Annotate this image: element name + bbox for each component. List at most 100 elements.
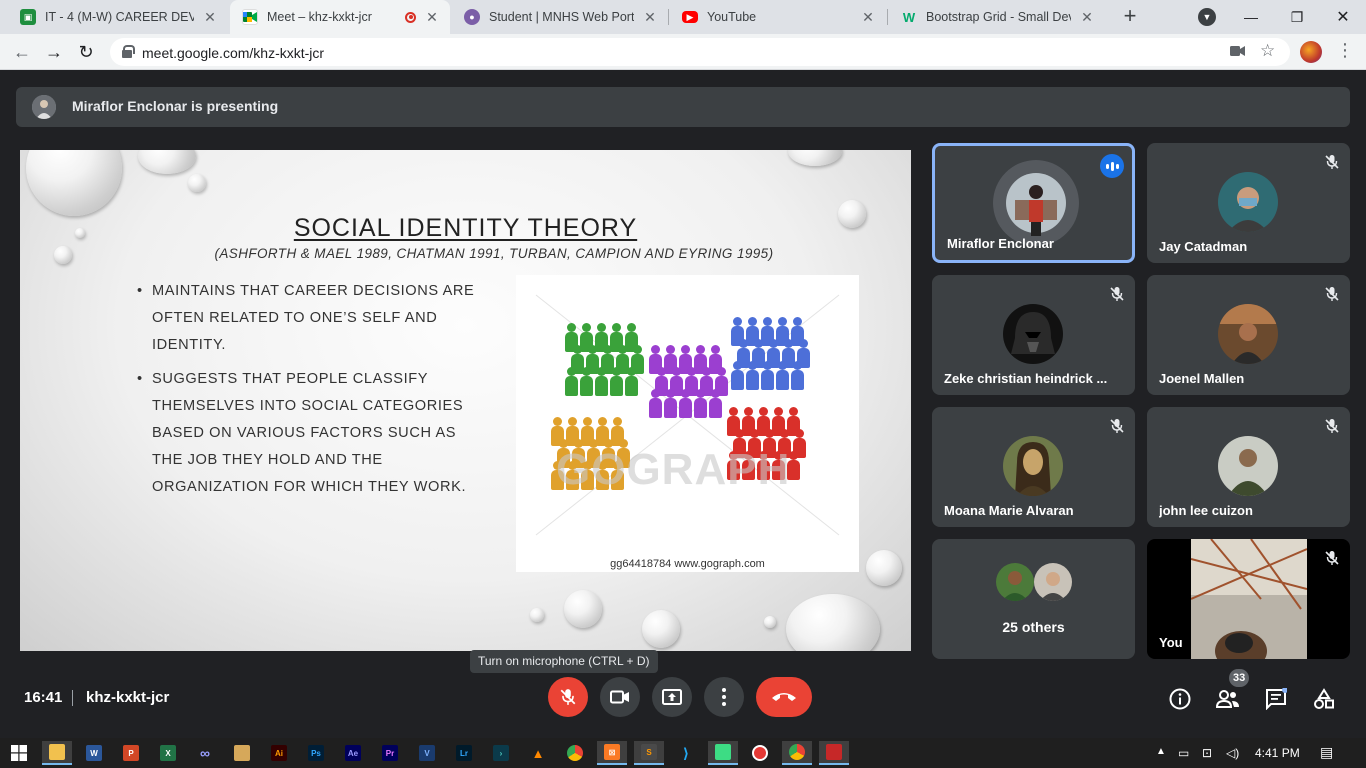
- browser-tab-strip: ▣ IT - 4 (M-W) CAREER DEV (4:0 ✕ Meet – …: [0, 0, 1366, 34]
- tab-meet[interactable]: Meet – khz-kxkt-jcr ✕: [230, 0, 450, 34]
- taskbar-powerpoint[interactable]: P: [116, 741, 146, 765]
- meeting-details-button[interactable]: [1168, 687, 1192, 711]
- person-figure: [790, 361, 804, 391]
- participant-name: Zeke christian heindrick ...: [944, 371, 1108, 386]
- avatar: [1034, 563, 1072, 601]
- minimize-icon[interactable]: —: [1228, 0, 1274, 34]
- tab-title: Meet – khz-kxkt-jcr: [267, 10, 372, 24]
- close-tab-icon[interactable]: ✕: [1079, 9, 1095, 26]
- taskbar-word[interactable]: W: [79, 741, 109, 765]
- tab-separator: [887, 9, 888, 25]
- tab-separator: [668, 9, 669, 25]
- activities-shapes-icon: [1314, 688, 1334, 709]
- battery-icon[interactable]: ▭: [1178, 746, 1189, 760]
- taskbar-paint[interactable]: [227, 741, 257, 765]
- chrome-icon: [567, 745, 583, 761]
- others-tile[interactable]: 25 others: [932, 539, 1135, 659]
- avatar: [996, 563, 1034, 601]
- participant-tile[interactable]: Jay Catadman: [1147, 143, 1350, 263]
- tab-mnhs-portal[interactable]: ● Student | MNHS Web Portal ✕: [452, 0, 668, 34]
- taskbar-after-effects[interactable]: Ae: [338, 741, 368, 765]
- presenting-text: Miraflor Enclonar is presenting: [72, 98, 279, 114]
- person-figure: [693, 389, 707, 419]
- participant-tile[interactable]: Moana Marie Alvaran: [932, 407, 1135, 527]
- participant-tile[interactable]: Miraflor Enclonar: [932, 143, 1135, 263]
- participants-button[interactable]: [1216, 687, 1240, 711]
- taskbar-chrome-profile[interactable]: [782, 741, 812, 765]
- tab-classroom[interactable]: ▣ IT - 4 (M-W) CAREER DEV (4:0 ✕: [8, 0, 228, 34]
- presenting-banner: Miraflor Enclonar is presenting: [16, 87, 1350, 127]
- taskbar-recorder[interactable]: [745, 741, 775, 765]
- taskbar-vlc[interactable]: ▲: [523, 741, 553, 765]
- taskbar-vscode[interactable]: ⟩: [671, 741, 701, 765]
- taskbar-clock[interactable]: 4:41 PM: [1255, 746, 1300, 760]
- taskbar-infinity-app[interactable]: ∞: [190, 741, 220, 765]
- person-figure: [609, 367, 623, 397]
- camera-toggle-button[interactable]: [600, 677, 640, 717]
- water-drop-decoration: [866, 550, 902, 586]
- close-tab-icon[interactable]: ✕: [202, 9, 218, 26]
- self-tile[interactable]: You: [1147, 539, 1350, 659]
- tab-w3schools[interactable]: W Bootstrap Grid - Small Device ✕: [889, 0, 1105, 34]
- taskbar-terminal[interactable]: ›: [486, 741, 516, 765]
- taskbar-vegas[interactable]: V: [412, 741, 442, 765]
- taskbar-sublime[interactable]: S: [634, 741, 664, 765]
- forward-icon[interactable]: →: [42, 40, 66, 64]
- back-icon[interactable]: ←: [10, 40, 34, 64]
- more-vert-icon: [722, 688, 726, 706]
- network-icon[interactable]: ⊡: [1202, 746, 1212, 760]
- classroom-icon: ▣: [20, 9, 36, 25]
- person-figure: [745, 361, 759, 391]
- tab-search-icon[interactable]: ▼: [1198, 8, 1216, 26]
- divider: [72, 690, 73, 706]
- info-icon: [1169, 688, 1191, 710]
- address-bar[interactable]: meet.google.com/khz-kxkt-jcr ☆: [110, 38, 1290, 66]
- leave-call-button[interactable]: [756, 677, 812, 717]
- participant-name: Moana Marie Alvaran: [944, 503, 1074, 518]
- notifications-icon[interactable]: ▤: [1320, 744, 1333, 761]
- file-explorer-icon: [49, 744, 65, 760]
- tray-overflow-icon[interactable]: ▲: [1156, 746, 1166, 757]
- camera-blocked-icon[interactable]: [1230, 44, 1246, 61]
- more-options-button[interactable]: [704, 677, 744, 717]
- taskbar-android[interactable]: [708, 741, 738, 765]
- taskbar-photoshop[interactable]: Ps: [301, 741, 331, 765]
- close-tab-icon[interactable]: ✕: [424, 9, 440, 26]
- participant-tile[interactable]: Joenel Mallen: [1147, 275, 1350, 395]
- browser-menu-icon[interactable]: ⋮: [1336, 40, 1354, 61]
- bookmark-star-icon[interactable]: ☆: [1260, 41, 1275, 61]
- taskbar-excel[interactable]: X: [153, 741, 183, 765]
- new-tab-button[interactable]: +: [1118, 5, 1142, 29]
- start-button[interactable]: [4, 741, 34, 765]
- taskbar-file-explorer[interactable]: [42, 741, 72, 765]
- chat-button[interactable]: [1264, 687, 1288, 711]
- present-now-button[interactable]: [652, 677, 692, 717]
- water-drop-decoration: [642, 610, 680, 648]
- profile-avatar[interactable]: [1300, 41, 1322, 63]
- w3schools-icon: W: [902, 9, 916, 25]
- close-tab-icon[interactable]: ✕: [642, 9, 658, 26]
- close-window-icon[interactable]: ✕: [1320, 0, 1366, 34]
- taskbar-xampp[interactable]: ⊠: [597, 741, 627, 765]
- participant-tile[interactable]: Zeke christian heindrick ...: [932, 275, 1135, 395]
- reload-icon[interactable]: ↻: [74, 40, 98, 64]
- taskbar-illustrator[interactable]: Ai: [264, 741, 294, 765]
- taskbar-presentation[interactable]: [819, 741, 849, 765]
- restore-icon[interactable]: ❐: [1274, 0, 1320, 34]
- activities-button[interactable]: [1312, 687, 1336, 711]
- microphone-toggle-button[interactable]: [548, 677, 588, 717]
- url-text: meet.google.com/khz-kxkt-jcr: [142, 45, 325, 61]
- mic-off-icon: [1110, 287, 1124, 301]
- taskbar-chrome[interactable]: [560, 741, 590, 765]
- mic-off-icon: [1110, 419, 1124, 433]
- presenter-avatar: [32, 95, 56, 119]
- tab-youtube[interactable]: ▶ YouTube ✕: [670, 0, 886, 34]
- taskbar-premiere[interactable]: Pr: [375, 741, 405, 765]
- meeting-code[interactable]: khz-kxkt-jcr: [86, 689, 169, 706]
- participant-name: Joenel Mallen: [1159, 371, 1245, 386]
- taskbar-lightroom[interactable]: Lr: [449, 741, 479, 765]
- close-tab-icon[interactable]: ✕: [860, 9, 876, 26]
- volume-icon[interactable]: ◁): [1226, 746, 1239, 760]
- water-drop-decoration: [764, 616, 776, 628]
- participant-tile[interactable]: john lee cuizon: [1147, 407, 1350, 527]
